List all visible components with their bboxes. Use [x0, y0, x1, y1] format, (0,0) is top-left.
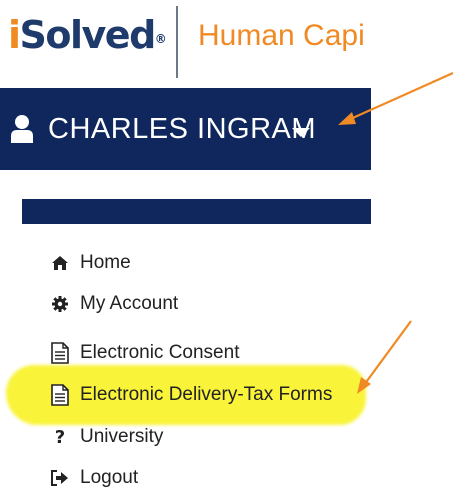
menu-item-label: Logout — [80, 467, 139, 488]
menu-item-electronic-consent[interactable]: Electronic Consent — [50, 338, 239, 368]
menu-item-my-account[interactable]: My Account — [50, 289, 178, 319]
menu-item-label: University — [80, 426, 164, 447]
menu-item-label: My Account — [80, 293, 179, 314]
document-icon — [50, 342, 70, 364]
menu-item-label: Electronic Consent — [80, 342, 240, 363]
home-icon — [50, 253, 70, 273]
document-icon — [50, 384, 70, 406]
menu-item-home[interactable]: Home — [50, 248, 131, 278]
menu-item-label: Electronic Delivery-Tax Forms — [80, 384, 333, 405]
user-dropdown-menu: Home My Account Electronic Consent Elect… — [0, 0, 457, 493]
question-icon: ? — [54, 426, 66, 448]
menu-item-university[interactable]: ? University — [50, 422, 164, 452]
logout-icon — [50, 468, 70, 488]
menu-item-logout[interactable]: Logout — [50, 463, 138, 493]
menu-item-electronic-delivery-tax-forms[interactable]: Electronic Delivery-Tax Forms — [50, 380, 332, 410]
gear-icon — [50, 294, 70, 314]
menu-item-label: Home — [80, 252, 131, 273]
